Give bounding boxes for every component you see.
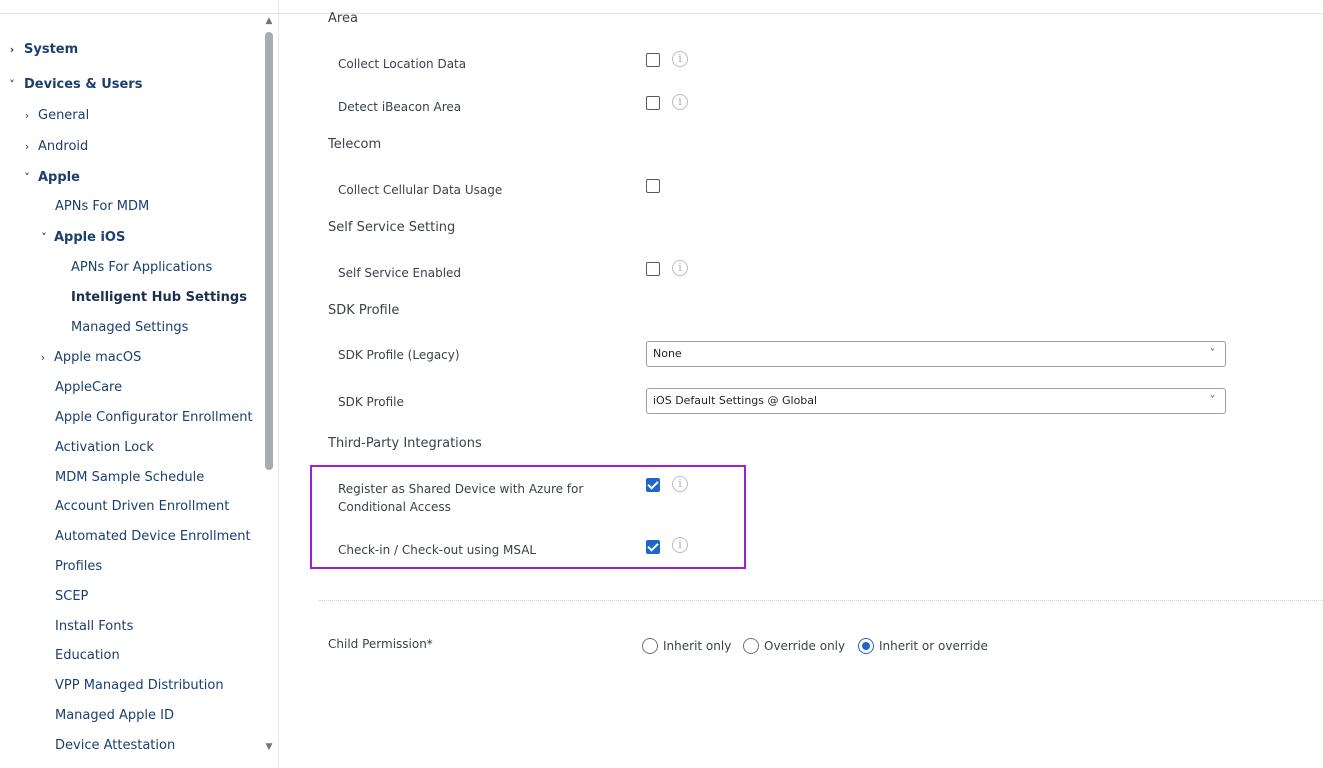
radio-circle-icon — [642, 638, 658, 654]
section-title-area: Area — [328, 11, 358, 26]
chevron-right-icon: › — [24, 140, 30, 153]
collect-location-label: Collect Location Data — [338, 57, 467, 71]
sidebar-item-label: Automated Device Enrollment — [55, 529, 251, 544]
sidebar-item-label: Profiles — [55, 559, 103, 574]
sidebar-item-label: Apple macOS — [54, 350, 142, 365]
register-shared-device-label-line2: Conditional Access — [338, 500, 451, 514]
detect-ibeacon-label: Detect iBeacon Area — [338, 100, 462, 114]
info-icon[interactable]: i — [672, 51, 688, 67]
chevron-right-icon: › — [9, 43, 15, 56]
chevron-down-icon: ˅ — [1210, 348, 1215, 359]
child-permission-label: Child Permission* — [328, 637, 433, 651]
sidebar-item-label: APNs For Applications — [71, 260, 213, 275]
sidebar-item-label: Managed Apple ID — [55, 708, 175, 723]
section-title-third-party: Third-Party Integrations — [328, 436, 482, 451]
section-title-telecom: Telecom — [328, 137, 382, 152]
sdk-profile-label: SDK Profile — [338, 395, 404, 409]
sidebar-item-label: Install Fonts — [55, 619, 134, 634]
sidebar-item-label: Android — [38, 139, 89, 154]
sidebar-item-label: AppleCare — [55, 380, 123, 395]
checkin-msal-label: Check-in / Check-out using MSAL — [338, 543, 537, 557]
self-service-enabled-checkbox[interactable] — [646, 262, 660, 276]
chevron-down-icon: ˅ — [41, 231, 47, 244]
sidebar-item-label: Devices & Users — [24, 77, 143, 92]
info-icon[interactable]: i — [672, 476, 688, 492]
register-shared-device-label-line1: Register as Shared Device with Azure for — [338, 482, 584, 496]
info-icon[interactable]: i — [672, 537, 688, 553]
collect-cellular-checkbox[interactable] — [646, 179, 660, 193]
sdk-profile-legacy-value: None — [653, 347, 682, 360]
section-divider — [319, 600, 1323, 601]
info-icon[interactable]: i — [672, 94, 688, 110]
sidebar-item-label: Apple Configurator Enrollment — [55, 410, 253, 425]
scroll-up-arrow-icon[interactable]: ▲ — [262, 16, 276, 26]
chevron-down-icon: ˅ — [24, 171, 30, 184]
sidebar-item-label: Device Attestation — [55, 738, 176, 753]
settings-sidebar: › System ˅ Devices & Users › General › A… — [0, 0, 279, 768]
sidebar-item-label: APNs For MDM — [55, 199, 150, 214]
checkin-msal-checkbox[interactable] — [646, 540, 660, 554]
settings-main-panel: Area Collect Location Data i Detect iBea… — [279, 0, 1323, 768]
detect-ibeacon-checkbox[interactable] — [646, 96, 660, 110]
sidebar-item-label: Managed Settings — [71, 320, 189, 335]
info-icon[interactable]: i — [672, 260, 688, 276]
radio-label: Inherit or override — [879, 639, 988, 653]
sidebar-item-label: SCEP — [55, 589, 89, 604]
sdk-profile-legacy-select[interactable]: None ˅ — [646, 341, 1226, 367]
radio-circle-icon — [858, 638, 874, 654]
collect-location-checkbox[interactable] — [646, 53, 660, 67]
chevron-down-icon: ˅ — [9, 78, 15, 91]
sidebar-item-label: Intelligent Hub Settings — [71, 290, 247, 305]
register-shared-device-checkbox[interactable] — [646, 478, 660, 492]
radio-label: Override only — [764, 639, 846, 653]
scrollbar-thumb[interactable] — [265, 32, 273, 470]
register-shared-device-label: Register as Shared Device with Azure for… — [338, 480, 583, 516]
chevron-right-icon: › — [24, 109, 30, 122]
sidebar-item-label: Apple — [38, 170, 80, 185]
sidebar-item-label: Account Driven Enrollment — [55, 499, 230, 514]
chevron-down-icon: ˅ — [1210, 395, 1215, 406]
chevron-right-icon: › — [40, 351, 46, 364]
sidebar-item-label: System — [24, 42, 79, 57]
section-title-self-service: Self Service Setting — [328, 220, 456, 235]
sidebar-item-label: Education — [55, 648, 120, 663]
collect-cellular-label: Collect Cellular Data Usage — [338, 183, 503, 197]
scroll-down-arrow-icon[interactable]: ▼ — [262, 742, 276, 752]
sdk-profile-value: iOS Default Settings @ Global — [653, 394, 818, 407]
sidebar-item-label: VPP Managed Distribution — [55, 678, 224, 693]
sdk-profile-legacy-label: SDK Profile (Legacy) — [338, 348, 460, 362]
radio-circle-icon — [743, 638, 759, 654]
self-service-enabled-label: Self Service Enabled — [338, 266, 462, 280]
sidebar-scrollbar[interactable]: ▲ ▼ — [262, 16, 276, 752]
sidebar-item-label: Activation Lock — [55, 440, 154, 455]
sdk-profile-select[interactable]: iOS Default Settings @ Global ˅ — [646, 388, 1226, 414]
sidebar-item-label: General — [38, 108, 90, 123]
section-title-sdk-profile: SDK Profile — [328, 303, 400, 318]
radio-label: Inherit only — [663, 639, 732, 653]
sidebar-item-label: MDM Sample Schedule — [55, 470, 205, 485]
sidebar-item-label: Apple iOS — [54, 230, 126, 245]
